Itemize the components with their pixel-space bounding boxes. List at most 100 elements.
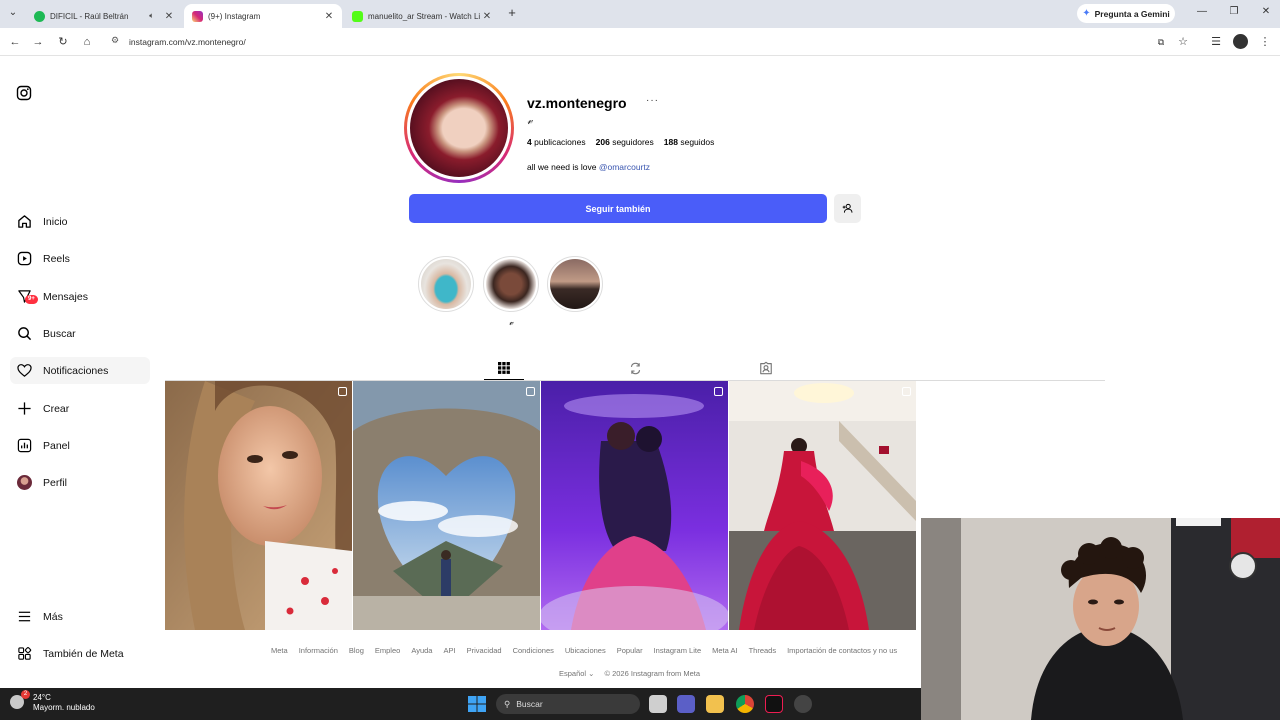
taskbar-search[interactable]: ⚲ Buscar	[496, 694, 640, 714]
site-info-icon[interactable]: ⚙	[111, 35, 119, 46]
browser-profile-avatar[interactable]	[1232, 34, 1248, 50]
sidebar-item-reels[interactable]: Reels	[10, 245, 150, 272]
profile-stats: 4 publicaciones 206 seguidores 188 segui…	[527, 137, 714, 147]
tab-instagram[interactable]: (9+) Instagram ✕	[184, 4, 342, 28]
gemini-button[interactable]: ✦ Pregunta a Gemini	[1077, 4, 1175, 23]
bookmark-star-icon[interactable]: ☆	[1175, 34, 1191, 50]
browser-toolbar: ← → ↻ ⌂ ⚙ instagram.com/vz.montenegro/ ⧉…	[0, 28, 1280, 56]
windows-start-icon[interactable]	[468, 696, 486, 712]
footer-link[interactable]: API	[443, 646, 455, 655]
follow-back-button[interactable]: Seguir también	[409, 194, 827, 223]
footer-link[interactable]: Ubicaciones	[565, 646, 606, 655]
carousel-icon	[526, 387, 535, 396]
carousel-icon	[902, 387, 911, 396]
bio-mention-link[interactable]: @omarcourtz	[599, 162, 650, 172]
hamburger-menu-icon	[16, 609, 32, 625]
sidebar-item-mensajes[interactable]: 9+ Mensajes	[10, 283, 150, 310]
footer-link[interactable]: Empleo	[375, 646, 400, 655]
weather-badge: 2	[21, 690, 30, 699]
address-bar[interactable]: ⚙ instagram.com/vz.montenegro/	[105, 32, 1200, 52]
close-icon[interactable]: ✕	[322, 11, 336, 22]
footer-link[interactable]: Privacidad	[467, 646, 502, 655]
tab-posts[interactable]	[484, 356, 524, 380]
app-icon[interactable]	[794, 695, 812, 713]
file-explorer-icon[interactable]	[706, 695, 724, 713]
profile-full-name: 𝓋	[527, 114, 533, 127]
kebab-menu-icon[interactable]: ⋮	[1257, 34, 1273, 50]
tiktok-icon[interactable]	[765, 695, 783, 713]
post-thumbnail[interactable]	[729, 381, 916, 630]
speaker-icon[interactable]: 🔈︎	[149, 11, 154, 21]
following-count[interactable]: 188 seguidos	[664, 137, 715, 147]
story-highlight[interactable]	[418, 256, 474, 312]
plus-icon	[16, 401, 32, 417]
sidebar-item-crear[interactable]: Crear	[10, 395, 150, 422]
sidebar-item-notificaciones[interactable]: Notificaciones	[10, 357, 150, 384]
sidebar-item-buscar[interactable]: Buscar	[10, 320, 150, 347]
gemini-icon: ✦	[1082, 8, 1091, 19]
reload-icon[interactable]: ↻	[55, 34, 71, 50]
footer-link[interactable]: Instagram Lite	[654, 646, 702, 655]
forward-icon[interactable]: →	[30, 34, 46, 50]
minimize-icon[interactable]: —	[1193, 6, 1211, 20]
meta-apps-icon	[16, 646, 32, 662]
sidebar-item-mas[interactable]: Más	[10, 603, 150, 630]
highlight-cover	[421, 259, 471, 309]
close-icon[interactable]: ✕	[480, 11, 494, 22]
chrome-icon[interactable]	[736, 695, 754, 713]
story-highlight[interactable]	[483, 256, 539, 312]
install-app-icon[interactable]: ⧉	[1153, 34, 1169, 50]
home-icon	[16, 214, 32, 230]
sidebar-item-inicio[interactable]: Inicio	[10, 208, 150, 235]
tab-strip-menu-icon[interactable]: ☰	[1208, 34, 1224, 50]
browser-tab-strip: ⌄ DIFICIL - Raúl Beltrán 🔈︎ ✕ (9+) Insta…	[0, 0, 1280, 28]
followers-count[interactable]: 206 seguidores	[596, 137, 654, 147]
post-thumbnail[interactable]	[353, 381, 540, 630]
footer-link[interactable]: Threads	[749, 646, 777, 655]
home-browser-icon[interactable]: ⌂	[79, 34, 95, 50]
profile-avatar	[16, 475, 32, 491]
footer-link[interactable]: Popular	[617, 646, 643, 655]
footer-link[interactable]: Meta	[271, 646, 288, 655]
footer-link[interactable]: Meta AI	[712, 646, 737, 655]
post-thumbnail[interactable]	[165, 381, 352, 630]
sidebar-item-perfil[interactable]: Perfil	[10, 469, 150, 496]
profile-username: vz.montenegro	[527, 95, 627, 111]
new-tab-button[interactable]: +	[505, 6, 519, 20]
spotify-icon	[34, 10, 45, 22]
carousel-icon	[714, 387, 723, 396]
tab-spotify[interactable]: DIFICIL - Raúl Beltrán 🔈︎ ✕	[26, 4, 182, 28]
instagram-favicon-icon	[192, 10, 203, 22]
tab-reposts[interactable]	[615, 356, 655, 380]
post-thumbnail[interactable]	[541, 381, 728, 630]
story-highlight[interactable]	[547, 256, 603, 312]
carousel-icon	[338, 387, 347, 396]
footer-link[interactable]: Blog	[349, 646, 364, 655]
close-icon[interactable]: ✕	[162, 11, 176, 22]
tab-kick[interactable]: manuelito_ar Stream - Watch Li ✕	[344, 4, 500, 28]
profile-picture-story-ring[interactable]	[404, 73, 514, 183]
options-dots-icon[interactable]: ···	[646, 95, 659, 106]
sidebar-item-tambien-de-meta[interactable]: También de Meta	[10, 640, 150, 667]
tab-tagged[interactable]	[746, 356, 786, 380]
tab-search-icon[interactable]: ⌄	[6, 7, 20, 21]
task-view-icon[interactable]	[649, 695, 667, 713]
highlight-label: 𝓋	[508, 318, 514, 328]
teams-icon[interactable]	[677, 695, 695, 713]
reels-icon	[16, 251, 32, 267]
language-selector[interactable]: Español ⌄	[559, 669, 594, 678]
instagram-logo-icon[interactable]	[16, 85, 32, 101]
search-icon: ⚲	[504, 698, 511, 709]
maximize-icon[interactable]: ❐	[1225, 6, 1243, 20]
weather-widget[interactable]: 2 24°C Mayorm. nublado	[10, 690, 95, 713]
sidebar-item-panel[interactable]: Panel	[10, 432, 150, 459]
window-close-icon[interactable]: ✕	[1257, 6, 1275, 20]
footer-link[interactable]: Información	[299, 646, 338, 655]
search-icon	[16, 326, 32, 342]
suggested-users-button[interactable]	[834, 194, 861, 223]
footer-link[interactable]: Ayuda	[411, 646, 432, 655]
footer-link[interactable]: Condiciones	[513, 646, 554, 655]
windows-taskbar: 2 24°C Mayorm. nublado ⚲ Buscar	[0, 688, 921, 720]
back-icon[interactable]: ←	[7, 34, 23, 50]
footer-link[interactable]: Importación de contactos y no us	[787, 646, 897, 655]
